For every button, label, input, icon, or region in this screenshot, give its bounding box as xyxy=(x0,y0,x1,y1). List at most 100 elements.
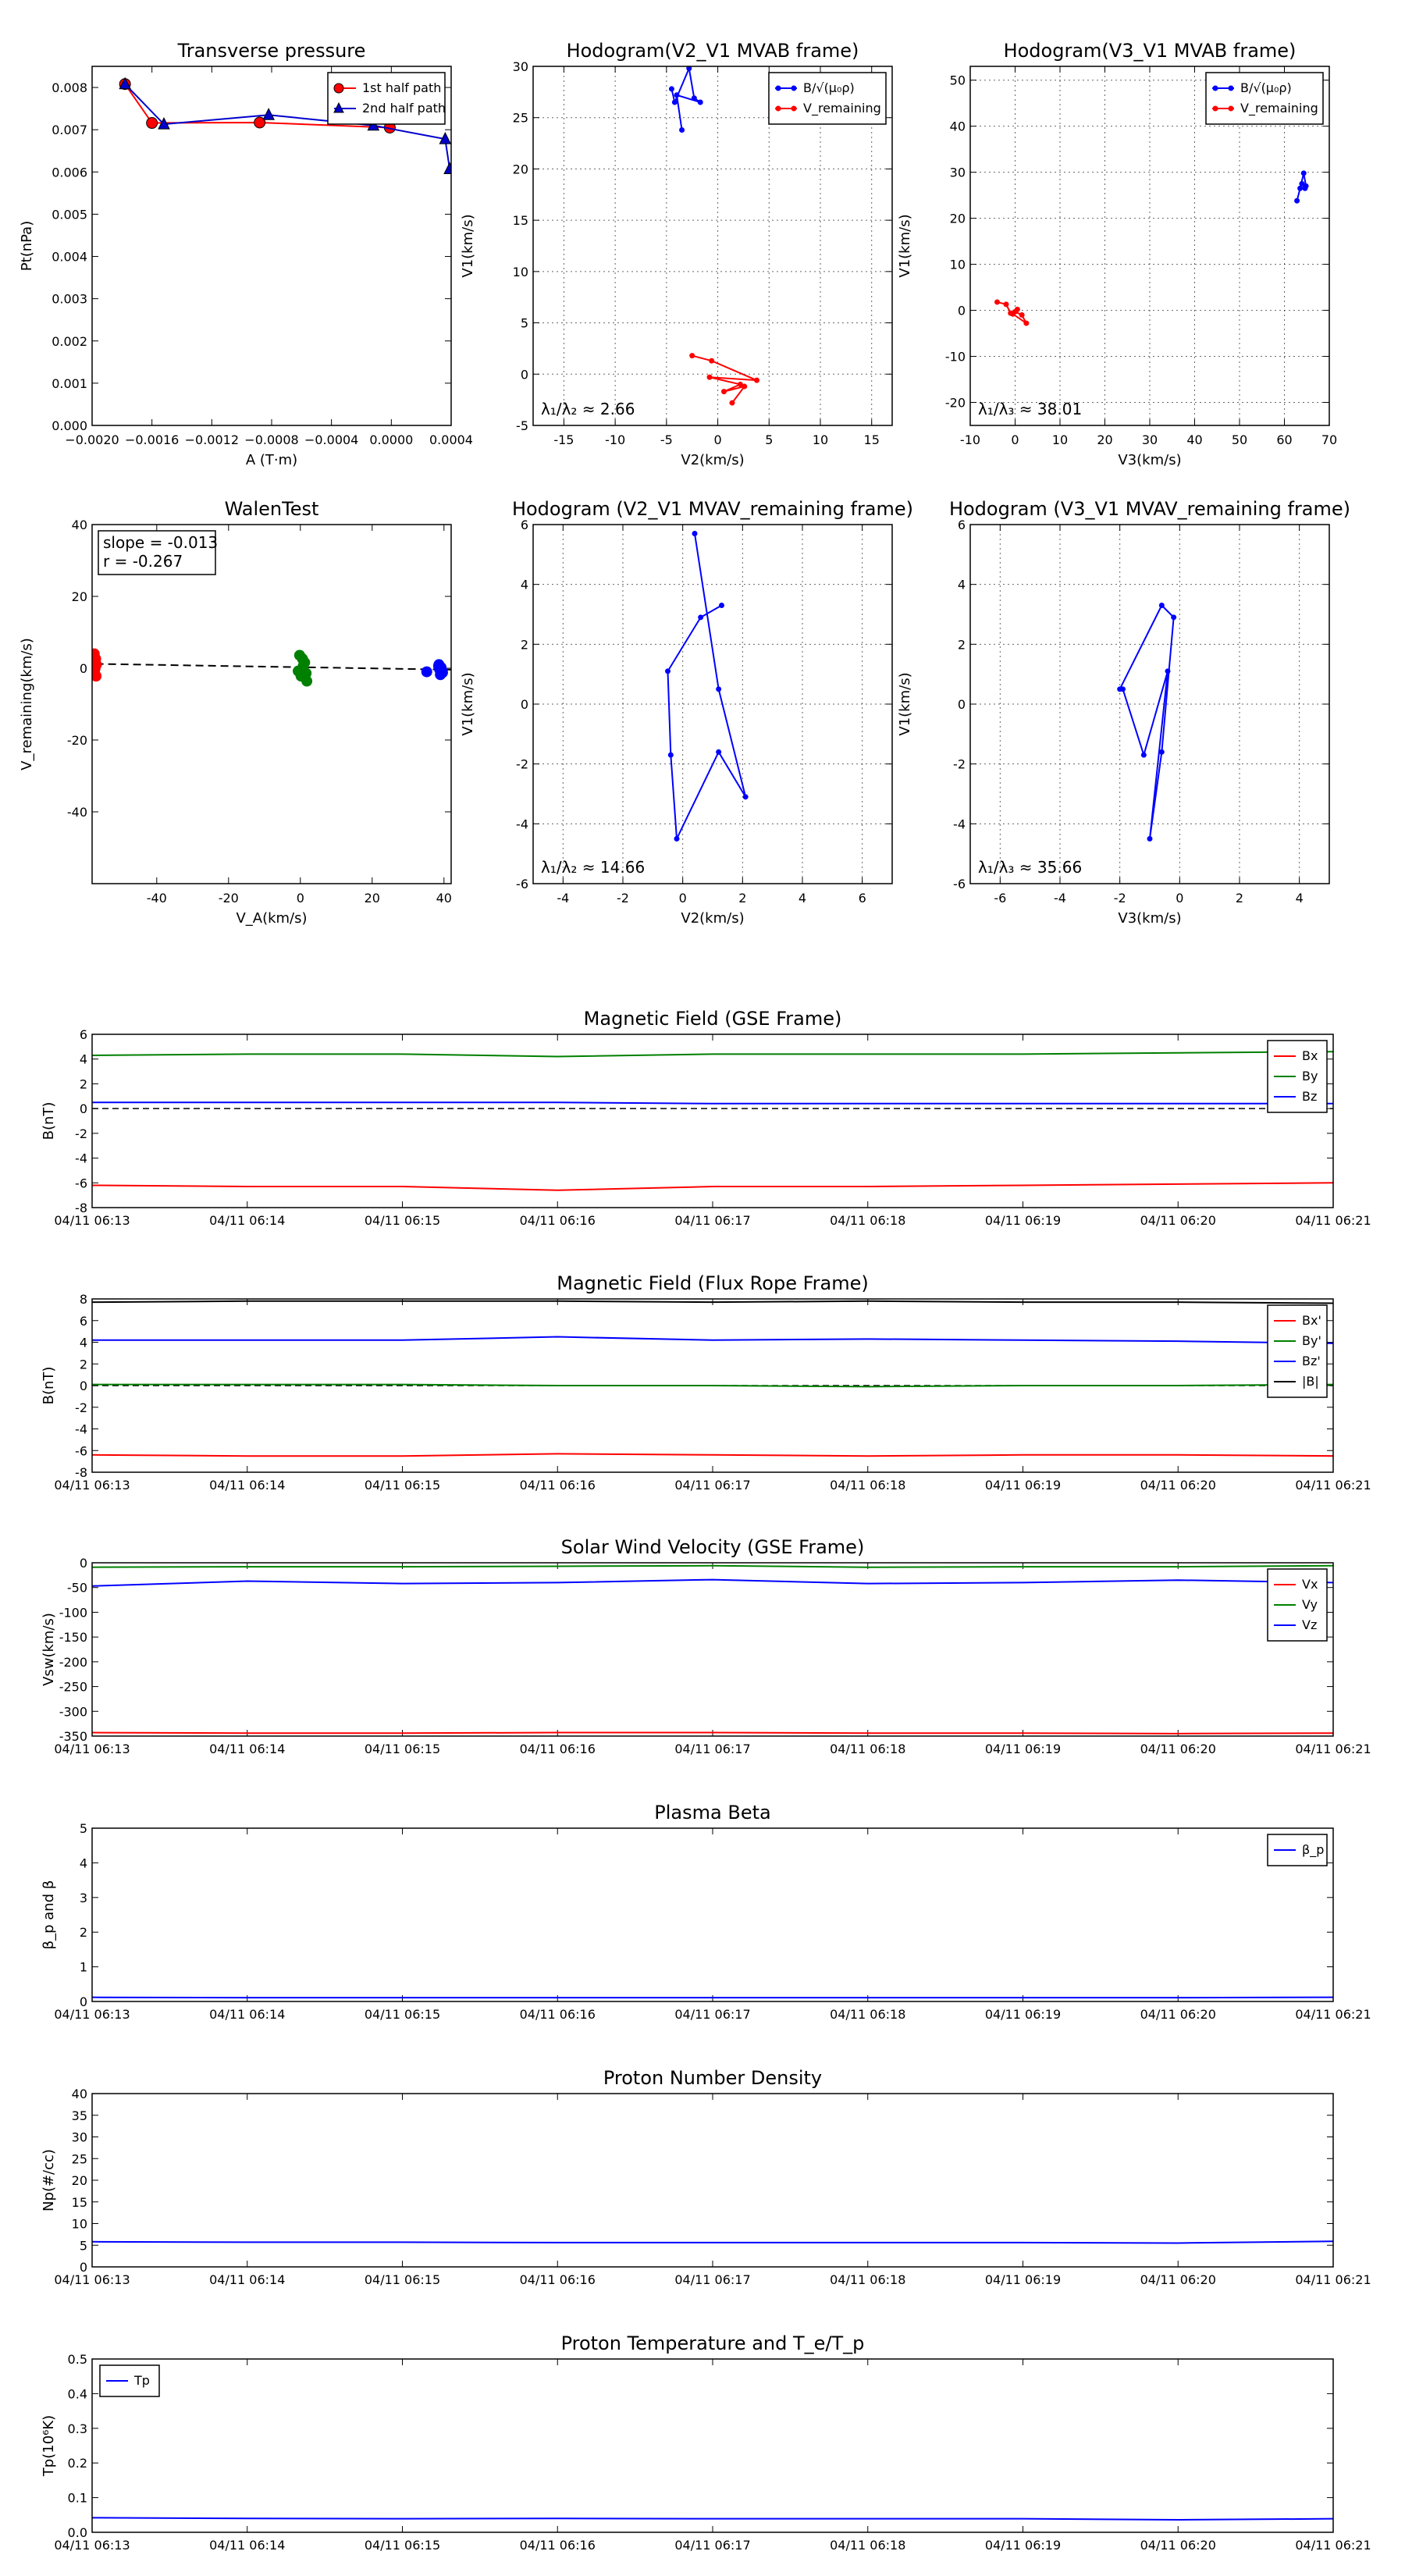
series-v-remaining-line xyxy=(667,533,747,842)
y-tick-label: 0.0 xyxy=(68,2525,87,2540)
data-point xyxy=(1165,668,1171,674)
x-tick-label: 04/11 06:16 xyxy=(520,1478,596,1493)
y-axis-label: V_remaining(km/s) xyxy=(19,638,35,770)
x-tick-label: 04/11 06:19 xyxy=(985,2007,1061,2022)
plot-area xyxy=(92,1051,1333,1191)
x-tick-label: 04/11 06:16 xyxy=(520,2007,596,2022)
y-tick-label: -350 xyxy=(59,1729,87,1744)
x-tick-label: 15 xyxy=(864,432,880,447)
axes-frame xyxy=(91,2093,1334,2268)
y-tick-label: 25 xyxy=(513,111,528,126)
y-tick-label: 0.007 xyxy=(52,123,87,137)
y-tick-label: -150 xyxy=(59,1630,87,1645)
y-tick-label: 6 xyxy=(80,1027,87,1042)
x-tick-label: 04/11 06:17 xyxy=(674,2272,750,2287)
series-bx--line xyxy=(92,1453,1333,1457)
y-tick-label: 0 xyxy=(521,697,528,712)
x-tick-label: 50 xyxy=(1232,432,1247,447)
y-tick-label: -5 xyxy=(516,418,528,433)
series-tp-line xyxy=(92,2517,1333,2521)
x-tick-label: 20 xyxy=(1097,432,1112,447)
x-tick-label: 04/11 06:14 xyxy=(209,1213,285,1228)
data-point xyxy=(720,389,727,395)
legend-label: β_p xyxy=(1302,1842,1324,1858)
legend-label: B/√(μ₀ρ) xyxy=(1240,80,1292,95)
chart-proton-temperature: Proton Temperature and T_e/T_p 04/11 06:1… xyxy=(41,2332,1371,2553)
x-axis-label: V2(km/s) xyxy=(681,910,744,927)
data-point xyxy=(1023,320,1030,326)
x-tick-label: 04/11 06:15 xyxy=(365,2538,440,2553)
legend: β_p xyxy=(1267,1834,1328,1866)
x-tick-label: 60 xyxy=(1276,432,1292,447)
y-tick-label: 35 xyxy=(72,2108,87,2123)
x-tick-label: 04/11 06:20 xyxy=(1140,1742,1216,1756)
y-tick-label: 2 xyxy=(80,1076,87,1091)
chart-solar-wind-velocity: Solar Wind Velocity (GSE Frame) 04/11 06:… xyxy=(41,1536,1371,1756)
x-tick-label: 4 xyxy=(1296,891,1304,906)
x-tick-label: 04/11 06:15 xyxy=(365,2007,440,2022)
x-tick-label: -2 xyxy=(1114,891,1126,906)
data-point xyxy=(716,686,722,692)
legend: Vx Vy Vz xyxy=(1267,1568,1328,1642)
y-tick-label: -20 xyxy=(945,396,966,411)
x-tick-label: 04/11 06:14 xyxy=(209,2007,285,2022)
chart-title: Magnetic Field (GSE Frame) xyxy=(584,1008,842,1030)
y-tick-label: 0 xyxy=(958,304,966,318)
x-tick-label: 04/11 06:15 xyxy=(365,2272,440,2287)
y-tick-label: 8 xyxy=(80,1292,87,1307)
legend-label: V_remaining xyxy=(1240,101,1318,116)
data-point xyxy=(443,162,451,175)
y-tick-label: 0.5 xyxy=(68,2352,87,2367)
y-tick-label: 6 xyxy=(80,1314,87,1329)
y-axis-label: Pt(nPa) xyxy=(19,221,35,271)
legend-label: By' xyxy=(1302,1333,1321,1348)
y-tick-label: 40 xyxy=(72,2087,87,2101)
y-tick-label: 4 xyxy=(521,578,528,592)
y-tick-label: -20 xyxy=(67,733,87,748)
legend-marker xyxy=(791,85,797,91)
data-point xyxy=(709,358,715,364)
legend-marker xyxy=(775,85,781,91)
x-tick-label: 04/11 06:17 xyxy=(674,1213,750,1228)
data-point xyxy=(1140,752,1147,758)
y-tick-label: 0.3 xyxy=(68,2421,87,2436)
y-tick-label: 4 xyxy=(80,1052,87,1067)
x-tick-label: -4 xyxy=(557,891,569,906)
y-tick-label: 2 xyxy=(80,1925,87,1940)
x-axis-label: V3(km/s) xyxy=(1118,452,1181,468)
x-axis-label: A (T·m) xyxy=(246,452,297,468)
x-tick-label: 70 xyxy=(1321,432,1337,447)
y-tick-label: 0 xyxy=(80,661,87,676)
legend-label: Tp xyxy=(133,2373,150,2388)
y-tick-label: 40 xyxy=(950,119,966,134)
legend-marker xyxy=(791,105,797,112)
y-axis-label: Np(#/cc) xyxy=(41,2149,57,2211)
chart-title: Plasma Beta xyxy=(654,1802,770,1823)
x-tick-label: 0 xyxy=(297,891,304,906)
data-point xyxy=(301,675,313,687)
data-point xyxy=(742,794,749,800)
x-tick-label: 04/11 06:18 xyxy=(830,1478,905,1493)
x-tick-label: 04/11 06:16 xyxy=(520,2538,596,2553)
y-tick-label: 3 xyxy=(80,1891,87,1905)
eigenvalue-ratio: λ₁/λ₂ ≈ 2.66 xyxy=(541,400,635,418)
x-tick-label: -10 xyxy=(960,432,980,447)
x-tick-label: 04/11 06:20 xyxy=(1140,2272,1216,2287)
y-axis-label: Tp(10⁶K) xyxy=(41,2415,57,2477)
x-tick-label: 04/11 06:20 xyxy=(1140,2538,1216,2553)
x-tick-label: 04/11 06:17 xyxy=(674,2538,750,2553)
chart-title: WalenTest xyxy=(225,498,319,520)
legend-marker xyxy=(1212,85,1218,91)
y-tick-label: 0.003 xyxy=(52,292,87,307)
plot-area xyxy=(92,2240,1333,2244)
x-tick-label: 04/11 06:13 xyxy=(54,1213,130,1228)
legend-marker xyxy=(775,105,781,112)
x-axis-label: V3(km/s) xyxy=(1118,910,1181,927)
annotation-line: slope = -0.013 xyxy=(103,533,218,552)
y-tick-label: 0.002 xyxy=(52,334,87,349)
chart-title: Hodogram (V2_V1 MVAV_remaining frame) xyxy=(512,498,913,520)
x-tick-label: 04/11 06:20 xyxy=(1140,2007,1216,2022)
axes-frame xyxy=(91,1562,1334,1737)
x-tick-label: 04/11 06:21 xyxy=(1295,1742,1371,1756)
y-tick-label: 0 xyxy=(80,2260,87,2275)
